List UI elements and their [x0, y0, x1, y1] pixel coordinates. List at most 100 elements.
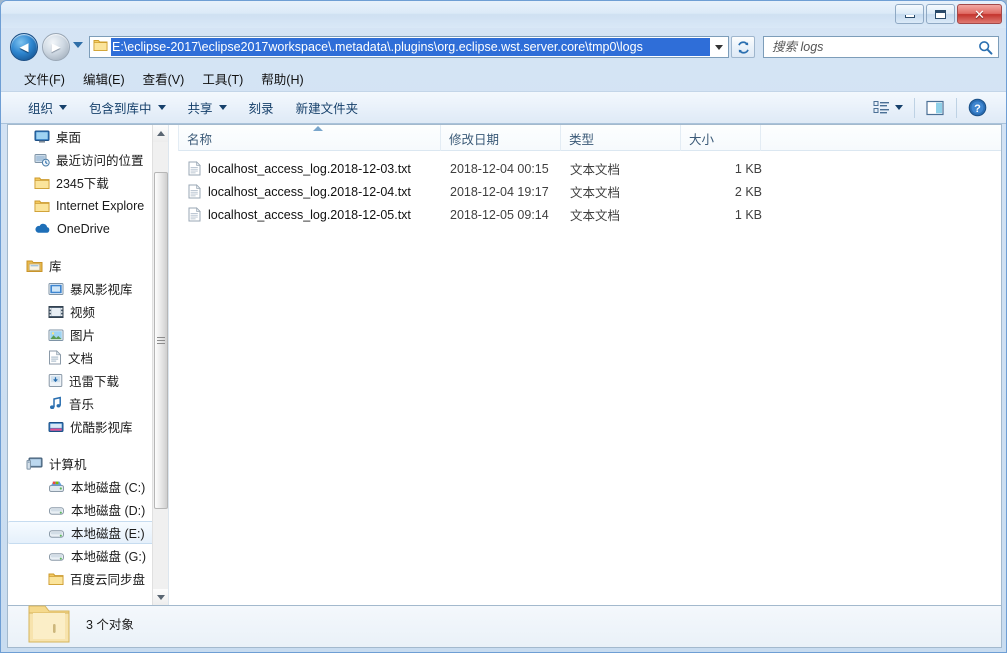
sidebar-item-computer[interactable]: 计算机 [8, 452, 168, 475]
organize-label: 组织 [28, 102, 54, 116]
navigation-pane[interactable]: 桌面 最近访问的位置 2345下载 Internet Explore OneDr… [8, 125, 168, 606]
burn-button[interactable]: 刻录 [240, 94, 283, 121]
column-header-name[interactable]: 名称 [178, 125, 440, 151]
sidebar-item-desktop[interactable]: 桌面 [8, 125, 168, 148]
download-icon [48, 374, 63, 387]
table-row[interactable]: localhost_access_log.2018-12-03.txt 2018… [178, 157, 1001, 180]
preview-pane-button[interactable] [919, 97, 952, 119]
address-dropdown-icon[interactable] [710, 37, 728, 57]
search-input[interactable] [764, 40, 972, 54]
address-bar[interactable]: E:\eclipse-2017\eclipse2017workspace\.me… [89, 36, 729, 58]
column-header-date-modified[interactable]: 修改日期 [440, 125, 560, 151]
preview-pane-icon [926, 100, 944, 115]
sidebar-item-internet-explorer[interactable]: Internet Explore [8, 194, 168, 217]
share-with-button[interactable]: 共享 [179, 94, 236, 121]
sidebar-item-label: 文档 [68, 352, 94, 366]
refresh-button[interactable] [731, 36, 755, 58]
menu-item-view[interactable]: 查看(V) [134, 66, 194, 91]
address-bar-row: ◄ ► E:\eclipse-2017\eclipse2017workspace… [1, 28, 1006, 66]
sidebar-item-label: 桌面 [56, 131, 82, 145]
sidebar-item-pictures[interactable]: 图片 [8, 323, 168, 346]
sidebar-item-onedrive[interactable]: OneDrive [8, 217, 168, 240]
navigation-scrollbar[interactable] [152, 125, 168, 606]
sidebar-item-youku-library[interactable]: 优酷影视库 [8, 415, 168, 438]
chevron-down-icon [895, 105, 903, 110]
sidebar-item-drive-d[interactable]: 本地磁盘 (D:) [8, 498, 168, 521]
sidebar-item-music[interactable]: 音乐 [8, 392, 168, 415]
title-bar: ✕ [1, 1, 1006, 28]
sidebar-item-label: 最近访问的位置 [56, 154, 144, 168]
sidebar-item-xunlei-download[interactable]: 迅雷下载 [8, 369, 168, 392]
new-folder-button[interactable]: 新建文件夹 [287, 94, 368, 121]
change-view-button[interactable] [866, 97, 910, 118]
menu-item-tools[interactable]: 工具(T) [193, 66, 252, 91]
sidebar-item-baofeng-library[interactable]: 暴风影视库 [8, 277, 168, 300]
help-button[interactable]: ? [961, 95, 994, 120]
column-header-filler [760, 125, 820, 151]
file-name-text: localhost_access_log.2018-12-03.txt [208, 161, 411, 176]
sidebar-item-drive-c[interactable]: 本地磁盘 (C:) [8, 475, 168, 498]
documents-icon [49, 350, 62, 365]
back-button[interactable]: ◄ [10, 33, 38, 61]
toolbar-separator [914, 97, 915, 118]
sidebar-item-recent-places[interactable]: 最近访问的位置 [8, 148, 168, 171]
sidebar-item-label: 本地磁盘 (C:) [71, 481, 146, 495]
sidebar-item-label: 百度云同步盘 [70, 573, 146, 587]
minimize-button[interactable] [895, 4, 924, 24]
menu-item-edit[interactable]: 编辑(E) [74, 66, 134, 91]
pictures-icon [48, 329, 64, 341]
back-arrow-icon: ◄ [16, 38, 32, 56]
system-drive-icon [49, 481, 64, 492]
new-folder-label: 新建文件夹 [295, 102, 359, 116]
chevron-down-icon [157, 595, 165, 600]
forward-button[interactable]: ► [42, 33, 70, 61]
library-icon [26, 260, 43, 272]
file-type-cell: 文本文档 [570, 163, 621, 177]
menu-item-help[interactable]: 帮助(H) [252, 66, 312, 91]
recent-places-icon [34, 154, 50, 167]
drive-icon [49, 506, 64, 515]
window-controls: ✕ [895, 4, 1002, 24]
sidebar-item-drive-g[interactable]: 本地磁盘 (G:) [8, 544, 168, 567]
search-icon[interactable] [972, 40, 998, 55]
explorer-window: ✕ ◄ ► E:\eclipse-2017\eclipse2017workspa… [0, 0, 1007, 653]
organize-button[interactable]: 组织 [19, 94, 76, 121]
file-size-cell: 1 KB [734, 161, 762, 176]
library-video-icon [48, 282, 64, 295]
close-icon: ✕ [974, 6, 985, 22]
cloud-icon [35, 223, 50, 233]
search-box[interactable] [763, 36, 999, 58]
library-video-icon [48, 421, 64, 432]
maximize-button[interactable] [926, 4, 955, 24]
column-header-size[interactable]: 大小 [680, 125, 760, 151]
scroll-up-button[interactable] [153, 125, 168, 142]
share-with-label: 共享 [187, 102, 213, 116]
scrollbar-grip-icon [157, 337, 165, 344]
sidebar-item-libraries[interactable]: 库 [8, 254, 168, 277]
scroll-down-button[interactable] [153, 589, 168, 606]
toolbar-separator [956, 97, 957, 118]
file-list-pane[interactable]: 名称 修改日期 类型 大小 localhost_access_log.2018-… [178, 125, 1001, 606]
scrollbar-thumb[interactable] [154, 172, 168, 509]
include-in-library-button[interactable]: 包含到库中 [80, 94, 175, 121]
table-row[interactable]: localhost_access_log.2018-12-04.txt 2018… [178, 180, 1001, 203]
sidebar-item-documents[interactable]: 文档 [8, 346, 168, 369]
sidebar-item-label: 迅雷下载 [69, 375, 120, 389]
folder-icon [93, 38, 108, 57]
view-list-icon [873, 101, 889, 114]
menu-item-file[interactable]: 文件(F) [15, 66, 74, 91]
table-row[interactable]: localhost_access_log.2018-12-05.txt 2018… [178, 203, 1001, 226]
recent-pages-dropdown-icon[interactable] [73, 42, 83, 48]
file-type-cell: 文本文档 [570, 186, 621, 200]
column-header-type[interactable]: 类型 [560, 125, 680, 151]
column-headers: 名称 修改日期 类型 大小 [178, 125, 1001, 151]
folder-icon [24, 600, 74, 652]
pane-splitter[interactable] [168, 125, 178, 606]
sidebar-item-2345-download[interactable]: 2345下载 [8, 171, 168, 194]
sidebar-item-videos[interactable]: 视频 [8, 300, 168, 323]
sidebar-item-label: 本地磁盘 (G:) [71, 550, 146, 564]
close-button[interactable]: ✕ [957, 4, 1002, 24]
sidebar-item-drive-e[interactable]: 本地磁盘 (E:) [8, 521, 160, 544]
toolbar: 组织 包含到库中 共享 刻录 新建文件夹 ? [1, 91, 1006, 124]
sidebar-item-partial[interactable]: 百度云同步盘 [8, 567, 168, 590]
